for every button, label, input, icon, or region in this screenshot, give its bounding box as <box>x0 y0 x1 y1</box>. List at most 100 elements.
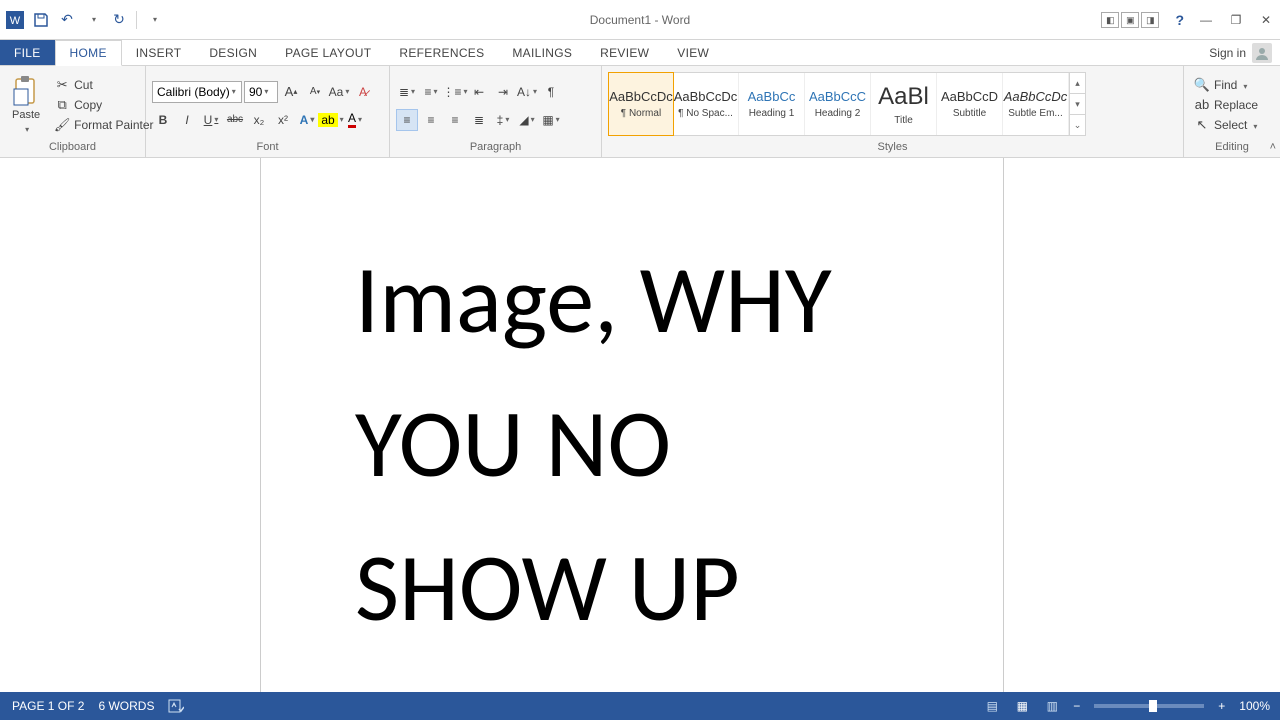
customize-qa-dropdown[interactable] <box>145 11 163 29</box>
qa-separator <box>136 11 137 29</box>
subscript-button[interactable]: x₂ <box>248 109 270 131</box>
style-item-1[interactable]: AaBbCcDc ¶ No Spac... <box>673 73 739 135</box>
zoom-level[interactable]: 100% <box>1239 699 1270 713</box>
ribbon-display-2-icon[interactable]: ▣ <box>1121 12 1139 28</box>
read-mode-button[interactable]: ▤ <box>979 696 1005 716</box>
replace-button[interactable]: abReplace <box>1190 95 1274 115</box>
help-icon[interactable]: ? <box>1169 12 1190 28</box>
justify-button[interactable]: ≣ <box>468 109 490 131</box>
font-name-combo[interactable]: Calibri (Body) <box>152 81 242 103</box>
tab-mailings[interactable]: MAILINGS <box>498 40 586 65</box>
tab-page-layout[interactable]: PAGE LAYOUT <box>271 40 385 65</box>
tab-review[interactable]: REVIEW <box>586 40 663 65</box>
style-item-3[interactable]: AaBbCcCHeading 2 <box>805 73 871 135</box>
zoom-out-button[interactable]: − <box>1069 699 1084 713</box>
style-item-6[interactable]: AaBbCcDcSubtle Em... <box>1003 73 1069 135</box>
undo-dropdown[interactable] <box>84 11 102 29</box>
scissors-icon: ✂ <box>54 77 70 93</box>
shrink-font-button[interactable]: A▾ <box>304 81 326 103</box>
group-editing: 🔍Find abReplace ↖Select Editing <box>1184 66 1280 157</box>
show-paragraph-marks-button[interactable]: ¶ <box>540 81 562 103</box>
style-item-4[interactable]: AaBlTitle <box>871 73 937 135</box>
sort-button[interactable]: A↓ <box>516 81 538 103</box>
align-right-button[interactable]: ≡ <box>444 109 466 131</box>
borders-button[interactable]: ▦ <box>540 109 562 131</box>
undo-icon[interactable]: ↶ <box>58 11 76 29</box>
find-label: Find <box>1214 78 1237 92</box>
style-name-label: Subtitle <box>953 108 986 119</box>
decrease-indent-button[interactable]: ⇤ <box>468 81 490 103</box>
style-preview: AaBl <box>878 83 929 111</box>
document-page[interactable]: Image, WHY YOU NO SHOW UP <box>260 158 1004 692</box>
strikethrough-button[interactable]: abc <box>224 109 246 131</box>
tab-view[interactable]: VIEW <box>663 40 723 65</box>
zoom-thumb[interactable] <box>1149 700 1157 712</box>
tab-home[interactable]: HOME <box>55 40 122 66</box>
cut-button[interactable]: ✂Cut <box>50 75 157 95</box>
ribbon-display-1-icon[interactable]: ◧ <box>1101 12 1119 28</box>
quick-access-toolbar: W ↶ ↻ <box>0 11 163 29</box>
sign-in-link[interactable]: Sign in <box>1209 40 1272 66</box>
spell-check-icon[interactable] <box>168 698 184 714</box>
zoom-in-button[interactable]: + <box>1214 699 1229 713</box>
page-indicator[interactable]: PAGE 1 OF 2 <box>12 699 84 713</box>
group-font: Calibri (Body) 90 A▴ A▾ Aa A̷ B I U abc … <box>146 66 390 157</box>
tab-design[interactable]: DESIGN <box>195 40 271 65</box>
text-effects-button[interactable]: A <box>296 109 318 131</box>
window-controls: ◧ ▣ ◨ ? — ❐ ✕ <box>1101 0 1280 40</box>
print-layout-button[interactable]: ▦ <box>1009 696 1035 716</box>
align-center-button[interactable]: ≡ <box>420 109 442 131</box>
font-color-button[interactable]: A <box>344 109 366 131</box>
restore-button[interactable]: ❐ <box>1222 9 1250 31</box>
redo-icon[interactable]: ↻ <box>110 11 128 29</box>
tab-insert[interactable]: INSERT <box>122 40 196 65</box>
gallery-scroll-0[interactable]: ▴ <box>1070 73 1085 94</box>
grow-font-button[interactable]: A▴ <box>280 81 302 103</box>
multilevel-list-button[interactable]: ⋮≡ <box>444 81 466 103</box>
align-left-button[interactable]: ≡ <box>396 109 418 131</box>
zoom-slider[interactable] <box>1094 704 1204 708</box>
bold-button[interactable]: B <box>152 109 174 131</box>
minimize-button[interactable]: — <box>1192 9 1220 31</box>
font-size-combo[interactable]: 90 <box>244 81 278 103</box>
clear-formatting-button[interactable]: A̷ <box>352 81 374 103</box>
gallery-scroll-1[interactable]: ▾ <box>1070 94 1085 115</box>
find-button[interactable]: 🔍Find <box>1190 75 1274 95</box>
superscript-button[interactable]: x² <box>272 109 294 131</box>
highlight-button[interactable]: ab <box>320 109 342 131</box>
line-spacing-button[interactable]: ‡ <box>492 109 514 131</box>
document-area[interactable]: Image, WHY YOU NO SHOW UP <box>0 158 1280 692</box>
collapse-ribbon-button[interactable]: ˄ <box>1270 141 1276 153</box>
paragraph-group-label: Paragraph <box>396 139 595 157</box>
underline-button[interactable]: U <box>200 109 222 131</box>
style-item-2[interactable]: AaBbCcHeading 1 <box>739 73 805 135</box>
gallery-scroll-2[interactable]: ⌄ <box>1070 115 1085 135</box>
word-app-icon: W <box>6 11 24 29</box>
bullets-button[interactable]: ≣ <box>396 81 418 103</box>
ribbon-display-3-icon[interactable]: ◨ <box>1141 12 1159 28</box>
style-preview: AaBbCcDc <box>674 89 738 104</box>
increase-indent-button[interactable]: ⇥ <box>492 81 514 103</box>
close-button[interactable]: ✕ <box>1252 9 1280 31</box>
cursor-icon: ↖ <box>1194 117 1210 133</box>
italic-button[interactable]: I <box>176 109 198 131</box>
group-clipboard: Paste ✂Cut ⧉Copy 🖌Format Painter Clipboa… <box>0 66 146 157</box>
change-case-button[interactable]: Aa <box>328 81 350 103</box>
shading-button[interactable]: ◢ <box>516 109 538 131</box>
save-icon[interactable] <box>32 11 50 29</box>
group-styles: AaBbCcDc¶ NormalAaBbCcDc¶ No Spac...AaBb… <box>602 66 1184 157</box>
style-item-5[interactable]: AaBbCcDSubtitle <box>937 73 1003 135</box>
tab-file[interactable]: FILE <box>0 40 55 65</box>
tab-references[interactable]: REFERENCES <box>385 40 498 65</box>
document-text[interactable]: Image, WHY YOU NO SHOW UP <box>355 228 943 660</box>
style-item-0[interactable]: AaBbCcDc¶ Normal <box>608 72 674 136</box>
select-button[interactable]: ↖Select <box>1190 115 1274 135</box>
copy-button[interactable]: ⧉Copy <box>50 95 157 115</box>
web-layout-button[interactable]: ▥ <box>1039 696 1065 716</box>
paint-bucket-icon: ◢ <box>519 113 528 127</box>
format-painter-button[interactable]: 🖌Format Painter <box>50 115 157 135</box>
paste-button[interactable]: Paste <box>6 70 46 139</box>
word-count[interactable]: 6 WORDS <box>98 699 154 713</box>
numbering-button[interactable]: ≡ <box>420 81 442 103</box>
style-name-label: ¶ No Spac... <box>678 108 733 119</box>
